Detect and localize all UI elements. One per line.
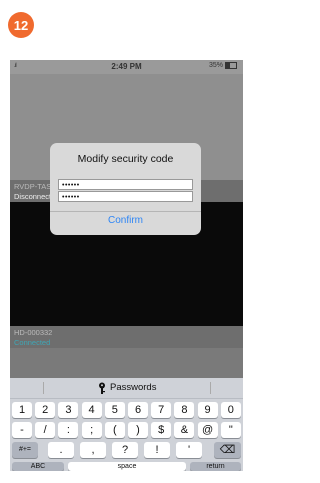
dimmed-background <box>10 348 243 378</box>
battery-icon <box>225 62 237 69</box>
keyboard-suggestion-bar: Passwords <box>10 378 243 399</box>
key-2[interactable]: 2 <box>35 402 56 418</box>
key-9[interactable]: 9 <box>197 402 218 418</box>
key-1[interactable]: 1 <box>12 402 32 418</box>
suggestion-divider <box>43 382 44 394</box>
symbol-key[interactable]: ! <box>144 442 170 458</box>
symbol-key[interactable]: : <box>58 422 79 438</box>
modify-security-code-dialog: Modify security code •••••• •••••• Confi… <box>50 143 201 235</box>
backspace-key[interactable]: ⌫ <box>214 442 241 458</box>
dialog-title: Modify security code <box>77 153 174 165</box>
symbol-key[interactable]: . <box>48 442 74 458</box>
key-3[interactable]: 3 <box>58 402 79 418</box>
device-row[interactable]: HD-000332 Connected <box>10 326 243 348</box>
device-status: Connected <box>14 338 51 347</box>
abc-key[interactable]: ABC <box>12 462 64 471</box>
symbol-key[interactable]: , <box>80 442 106 458</box>
keyboard: Passwords 1 2 3 4 5 6 7 8 9 0 - /:;() $ & @ " #+=.,?! ' ⌫ A… <box>10 378 243 471</box>
symbol-key[interactable]: ; <box>81 422 102 438</box>
battery-percent: 35% <box>208 62 223 69</box>
battery-status: 35% <box>209 62 237 69</box>
device-name: HD-000332 <box>14 328 53 337</box>
symbol-key[interactable]: ' <box>176 442 202 458</box>
symbol-key[interactable]: " <box>220 422 241 438</box>
key-6[interactable]: 6 <box>128 402 148 418</box>
step-number-badge: 12 <box>8 12 34 38</box>
symbol-key[interactable]: $ <box>151 422 172 438</box>
key-8[interactable]: 8 <box>174 402 195 418</box>
key-7[interactable]: 7 <box>151 402 172 418</box>
symbol-key[interactable]: ( <box>104 422 125 438</box>
shift-symbols-key[interactable]: #+= <box>12 442 38 458</box>
key-5[interactable]: 5 <box>104 402 125 418</box>
key-icon <box>99 382 105 394</box>
passwords-suggestion[interactable]: Passwords <box>110 382 156 393</box>
confirm-button[interactable]: Confirm <box>50 215 201 226</box>
symbol-key[interactable]: - <box>12 422 32 438</box>
suggestion-divider <box>210 382 211 394</box>
symbol-key[interactable]: / <box>35 422 56 438</box>
symbol-key[interactable]: & <box>174 422 195 438</box>
status-bar: .ıl 2:49 PM 35% <box>10 60 243 74</box>
space-key[interactable]: space <box>68 462 186 471</box>
confirm-security-code-field[interactable]: •••••• <box>58 191 193 202</box>
return-key[interactable]: return <box>190 462 241 471</box>
key-0[interactable]: 0 <box>220 402 241 418</box>
security-code-field[interactable]: •••••• <box>58 179 193 190</box>
symbol-key[interactable]: ? <box>112 442 138 458</box>
symbol-key[interactable]: ) <box>128 422 148 438</box>
key-4[interactable]: 4 <box>81 402 102 418</box>
symbol-key[interactable]: @ <box>197 422 218 438</box>
dialog-divider <box>50 211 201 212</box>
phone-screen: .ıl 2:49 PM 35% RVDP-TAS-352 Disconnecte… <box>10 60 243 471</box>
